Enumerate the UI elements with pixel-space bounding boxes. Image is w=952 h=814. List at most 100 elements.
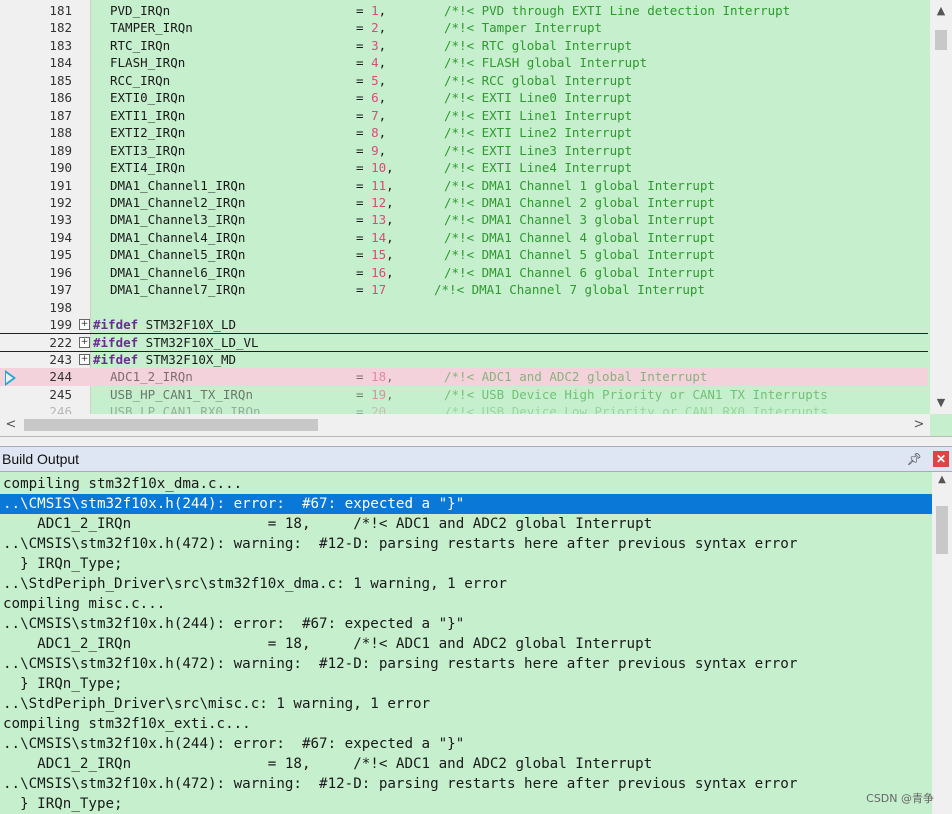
code-line[interactable]: 184 FLASH_IRQn = 4, /*!< FLASH global Inter… <box>0 54 928 71</box>
pin-icon[interactable]: 📌︎ <box>907 452 922 466</box>
code-line[interactable]: 183 RTC_IRQn = 3, /*!< RTC global Interrupt <box>0 37 928 54</box>
code-line[interactable]: 191 DMA1_Channel1_IRQn = 11, /*!< DMA1 Chan… <box>0 177 928 194</box>
code-line[interactable]: 194 DMA1_Channel4_IRQn = 14, /*!< DMA1 Chan… <box>0 229 928 246</box>
output-line[interactable]: ..\CMSIS\stm32f10x.h(472): warning: #12-… <box>0 534 932 554</box>
output-line[interactable]: ..\CMSIS\stm32f10x.h(244): error: #67: e… <box>0 734 932 754</box>
code-line[interactable]: 189 EXTI3_IRQn = 9, /*!< EXTI Line3 Interru… <box>0 142 928 159</box>
code-line[interactable]: 196 DMA1_Channel6_IRQn = 16, /*!< DMA1 Chan… <box>0 264 928 281</box>
scroll-up-icon[interactable]: ▲ <box>930 0 952 22</box>
enum-name: DMA1_Channel6_IRQn <box>110 264 246 280</box>
code-comment: /*!< RCC global Interrupt <box>444 72 633 88</box>
code-line[interactable]: 188 EXTI2_IRQn = 8, /*!< EXTI Line2 Interru… <box>0 124 928 141</box>
line-number: 184 <box>49 55 72 71</box>
code-line[interactable]: 186 EXTI0_IRQn = 6, /*!< EXTI Line0 Interru… <box>0 89 928 106</box>
ifdef-symbol: STM32F10X_LD <box>138 317 236 333</box>
code-comment: /*!< DMA1 Channel 2 global Interrupt <box>444 194 715 210</box>
code-line[interactable]: 185 RCC_IRQn = 5, /*!< RCC global Interrupt <box>0 72 928 89</box>
scroll-up-icon[interactable]: ▲ <box>932 474 952 485</box>
scroll-right-icon[interactable]: > <box>908 414 930 436</box>
equals-sign: = <box>356 369 372 385</box>
code-line[interactable]: 195 DMA1_Channel5_IRQn = 15, /*!< DMA1 Chan… <box>0 246 928 263</box>
enum-separator: , <box>386 194 394 210</box>
output-line[interactable]: ..\CMSIS\stm32f10x.h(244): error: #67: e… <box>0 614 932 634</box>
line-number: 195 <box>49 247 72 263</box>
code-line[interactable]: 181 PVD_IRQn = 1, /*!< PVD through EXTI Lin… <box>0 2 928 19</box>
hscrollbar-thumb[interactable] <box>24 419 318 431</box>
enum-separator: , <box>378 3 387 18</box>
code-editor[interactable]: 181 PVD_IRQn = 1,/*!< PVD through EXTI Lin… <box>0 0 952 444</box>
output-line[interactable]: ..\CMSIS\stm32f10x.h(472): warning: #12-… <box>0 774 932 794</box>
code-comment: /*!< EXTI Line0 Interrupt <box>444 90 633 106</box>
equals-sign: = <box>356 142 372 158</box>
enum-number: 1 <box>371 3 379 18</box>
enum-value: = 5, <box>356 72 386 89</box>
enum-separator: , <box>378 90 387 106</box>
ifdef-keyword: #ifdef <box>93 334 139 350</box>
scrollbar-thumb[interactable] <box>936 506 948 554</box>
output-line[interactable]: compiling stm32f10x_dma.c... <box>0 474 932 494</box>
enum-separator: , <box>378 37 387 53</box>
editor-horizontal-scrollbar[interactable]: < > <box>0 414 930 436</box>
current-line-arrow-icon <box>5 370 16 386</box>
folded-region[interactable]: 243 + #ifdef STM32F10X_MD <box>0 351 928 370</box>
output-line[interactable]: } IRQn_Type; <box>0 554 932 574</box>
output-line[interactable]: } IRQn_Type; <box>0 674 932 694</box>
enum-name: DMA1_Channel2_IRQn <box>110 194 246 210</box>
build-output-log[interactable]: compiling stm32f10x_dma.c... ..\CMSIS\stm… <box>0 472 932 814</box>
code-line-blank[interactable]: 198 <box>0 299 928 316</box>
expand-fold-icon[interactable]: + <box>79 319 90 331</box>
equals-sign: = <box>356 386 372 402</box>
enum-name: ADC1_2_IRQn <box>110 369 193 385</box>
output-vertical-scrollbar[interactable]: ▲ <box>932 472 952 814</box>
preprocessor-directive: #ifdef STM32F10X_LD_VL <box>93 334 259 351</box>
output-line[interactable]: ADC1_2_IRQn = 18, /*!< ADC1 and ADC2 glo… <box>0 514 932 534</box>
ifdef-symbol: STM32F10X_LD_VL <box>138 334 259 350</box>
code-line[interactable]: 192 DMA1_Channel2_IRQn = 12, /*!< DMA1 Chan… <box>0 194 928 211</box>
preprocessor-directive: #ifdef STM32F10X_LD <box>93 316 236 333</box>
scroll-left-icon[interactable]: < <box>0 414 22 436</box>
enum-value: = 3, <box>356 37 386 54</box>
enum-separator: , <box>386 369 394 385</box>
editor-vertical-scrollbar[interactable]: ▲ ▼ <box>930 0 952 414</box>
scrollbar-thumb[interactable] <box>935 30 947 50</box>
code-line[interactable]: 190 EXTI4_IRQn = 10, /*!< EXTI Line4 Interr… <box>0 159 928 176</box>
scroll-down-icon[interactable]: ▼ <box>930 392 952 414</box>
output-line[interactable]: ..\StdPeriph_Driver\src\misc.c: 1 warnin… <box>0 694 932 714</box>
output-line[interactable]: compiling stm32f10x_exti.c... <box>0 714 932 734</box>
output-line[interactable]: ADC1_2_IRQn = 18, /*!< ADC1 and ADC2 glo… <box>0 634 932 654</box>
enum-name: DMA1_Channel3_IRQn <box>110 212 246 228</box>
line-number: 245 <box>49 386 72 402</box>
enum-name: USB_HP_CAN1_TX_IRQn <box>110 386 253 402</box>
expand-fold-icon[interactable]: + <box>79 354 90 365</box>
output-line[interactable]: ..\CMSIS\stm32f10x.h(244): error: #67: e… <box>0 494 932 514</box>
code-line[interactable]: 187 EXTI1_IRQn = 7, /*!< EXTI Line1 Interru… <box>0 107 928 124</box>
watermark: CSDN @青争 <box>866 792 934 805</box>
expand-fold-icon[interactable]: + <box>79 336 90 348</box>
output-line[interactable]: ..\StdPeriph_Driver\src\stm32f10x_dma.c:… <box>0 574 932 594</box>
output-line[interactable]: ..\CMSIS\stm32f10x.h(472): warning: #12-… <box>0 654 932 674</box>
enum-value: = 2, <box>356 19 386 36</box>
folded-region[interactable]: 199 + #ifdef STM32F10X_LD <box>0 316 928 335</box>
line-number: 191 <box>49 177 72 193</box>
line-number: 187 <box>49 107 72 123</box>
enum-number: 13 <box>371 212 387 228</box>
output-line[interactable]: ADC1_2_IRQn = 18, /*!< ADC1 and ADC2 glo… <box>0 754 932 774</box>
enum-number: 18 <box>371 369 387 385</box>
close-icon[interactable]: ✕ <box>933 451 949 467</box>
folded-region[interactable]: 222 + #ifdef STM32F10X_LD_VL <box>0 334 928 352</box>
line-number: 194 <box>49 229 72 245</box>
code-line[interactable]: 197 DMA1_Channel7_IRQn = 17 /*!< DMA1 Chann… <box>0 281 928 298</box>
code-line[interactable]: 193 DMA1_Channel3_IRQn = 13, /*!< DMA1 Chan… <box>0 211 928 228</box>
output-line[interactable]: } IRQn_Type; <box>0 794 932 814</box>
code-line[interactable]: 182 TAMPER_IRQn = 2, /*!< Tamper Interrupt <box>0 19 928 36</box>
code-comment: /*!< ADC1 and ADC2 global Interrupt <box>444 369 708 385</box>
output-line[interactable]: compiling misc.c... <box>0 594 932 614</box>
line-number: 199 <box>49 317 72 333</box>
build-output-header: Build Output 📌︎ ✕ <box>0 446 952 472</box>
code-line[interactable]: 244 ADC1_2_IRQn = 18, /*!< ADC1 and ADC2 gl… <box>0 368 928 386</box>
code-line[interactable]: 245 USB_HP_CAN1_TX_IRQn = 19, /*!< USB Devi… <box>0 386 928 403</box>
enum-number: 5 <box>371 72 379 88</box>
panel-splitter[interactable] <box>0 436 952 444</box>
equals-sign: = <box>356 264 372 280</box>
enum-number: 17 <box>371 282 387 298</box>
